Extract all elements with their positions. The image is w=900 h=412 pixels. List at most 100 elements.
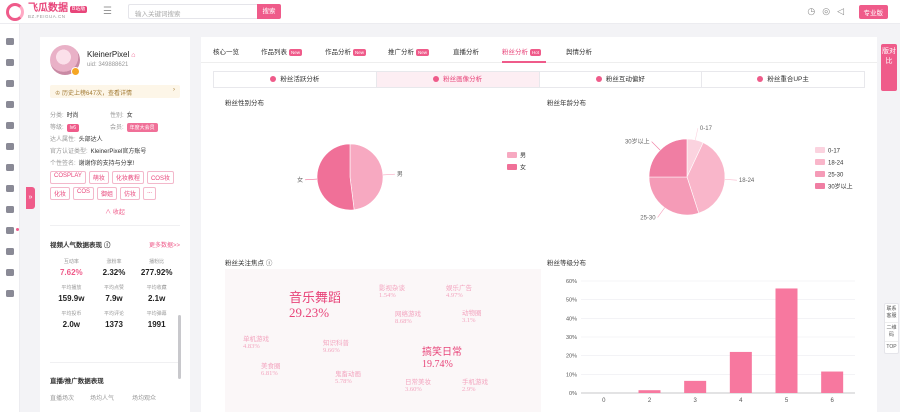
- member-badge: 年度大会员: [126, 123, 158, 132]
- tab-promo-analysis[interactable]: 推广分析 New: [388, 46, 430, 56]
- pie-label: 30岁以上: [625, 138, 650, 146]
- stat-item: 播粉比 277.92%: [135, 258, 178, 277]
- tab-fans-analysis[interactable]: 粉丝分析 Hot: [502, 46, 542, 56]
- history-banner[interactable]: ♔ 历史上榜647次，查看详情 ›: [50, 85, 180, 98]
- logo[interactable]: 飞瓜数据 B站版 BZ.FEIGUA.CN: [6, 3, 88, 21]
- star-icon[interactable]: [6, 227, 19, 234]
- cert-field: 官方认证类型: KleinerPixel官方账号: [50, 149, 147, 155]
- word-cloud-item[interactable]: 动物圈 3.1%: [462, 310, 482, 325]
- stat-item: 互动率 7.62%: [50, 258, 93, 277]
- legend-swatch: [507, 164, 517, 170]
- bar-level-6[interactable]: [821, 371, 844, 393]
- tab-live-analysis[interactable]: 直播分析: [453, 46, 479, 56]
- word-cloud-item[interactable]: 娱乐广告 4.97%: [446, 285, 472, 300]
- stat-item: 平均投币 2.0w: [50, 310, 93, 329]
- diamond-icon[interactable]: [6, 143, 14, 150]
- tag[interactable]: COS: [73, 187, 95, 200]
- bilibili-icon[interactable]: [6, 206, 14, 213]
- legend-label[interactable]: 女: [520, 164, 526, 172]
- word-cloud-item[interactable]: 影视杂谈 1.54%: [379, 285, 405, 300]
- bar-level-3[interactable]: [684, 380, 707, 393]
- word-cloud-item[interactable]: 美食圈 6.81%: [261, 363, 281, 378]
- home-icon[interactable]: ⌂: [131, 52, 135, 59]
- pie-slice-male[interactable]: [349, 143, 384, 211]
- vip-button[interactable]: 专业版: [858, 5, 888, 19]
- legend-label[interactable]: 18-24: [828, 161, 844, 167]
- search-button[interactable]: 搜索: [257, 4, 281, 19]
- customer-service-button[interactable]: 联系客服: [885, 304, 898, 323]
- tab-works-list[interactable]: 作品列表 New: [261, 46, 303, 56]
- recent-stats-title: 视频人气数据表现 ⓘ: [50, 242, 111, 249]
- legend-label[interactable]: 男: [520, 153, 526, 160]
- y-tick-label: 10%: [566, 372, 577, 378]
- stats-grid: 互动率 7.62% 涨粉率 2.32% 播粉比 277.92% 平均播放 159.9w 平均点赞…: [50, 258, 178, 329]
- collapse-button[interactable]: ∧ 收起: [40, 207, 190, 216]
- tag[interactable]: 仿妆: [120, 187, 141, 200]
- y-tick-label: 20%: [566, 354, 577, 360]
- notification-icon[interactable]: ◁: [837, 6, 844, 17]
- bar-level-4[interactable]: [729, 351, 752, 393]
- bar-level-5[interactable]: [775, 288, 798, 393]
- legend-label[interactable]: 25-30: [828, 173, 844, 179]
- up-icon[interactable]: [6, 59, 14, 66]
- word-cloud-item[interactable]: 鬼畜动画 5.78%: [335, 371, 361, 386]
- pie-slice-female[interactable]: [316, 143, 355, 211]
- bar-level-2[interactable]: [638, 390, 661, 393]
- headset-icon[interactable]: ◎: [822, 6, 830, 17]
- subtab-fans-interaction[interactable]: 粉丝互动偏好: [539, 72, 703, 87]
- fans-subtabs: 粉丝活跃分析 粉丝画像分析 粉丝互动偏好 粉丝重合UP主: [213, 71, 865, 88]
- user-icon[interactable]: [6, 248, 14, 255]
- tag[interactable]: ...: [143, 187, 157, 200]
- clock-icon[interactable]: ◷: [807, 6, 815, 17]
- compare-float-button[interactable]: 版对比: [881, 44, 897, 91]
- stat-label: 互动率: [63, 259, 79, 265]
- back-to-top-button[interactable]: TOP: [885, 342, 898, 353]
- right-toolbar: 联系客服 二维码 TOP: [884, 303, 899, 354]
- word-cloud-item[interactable]: 音乐舞蹈 29.23%: [289, 290, 341, 321]
- x-tick-label: 2: [648, 398, 652, 404]
- word-cloud-item[interactable]: 搞笑日常 19.74%: [422, 347, 462, 370]
- tag[interactable]: 萌妆: [88, 171, 109, 184]
- search-up-icon[interactable]: [6, 101, 14, 108]
- tab-overview[interactable]: 核心一览: [213, 46, 239, 56]
- tool-icon[interactable]: [6, 269, 14, 276]
- fire-icon[interactable]: [6, 80, 14, 87]
- tag[interactable]: 化妆教程: [111, 171, 144, 184]
- home-icon[interactable]: [6, 38, 14, 45]
- y-tick-label: 60%: [566, 279, 577, 285]
- subtab-fans-activity[interactable]: 粉丝活跃分析: [214, 72, 377, 87]
- chat-icon: [595, 76, 602, 82]
- expand-sidebar-icon[interactable]: »: [26, 187, 35, 209]
- word-cloud-item[interactable]: 知识科普 9.66%: [323, 340, 349, 355]
- tab-opinion-analysis[interactable]: 舆情分析: [566, 46, 592, 56]
- chevron-right-icon: ›: [173, 87, 175, 93]
- tag[interactable]: COS妆: [146, 171, 174, 184]
- focus-title: 粉丝关注焦点 ⓘ: [225, 260, 273, 267]
- video-icon[interactable]: [6, 122, 14, 129]
- word-cloud-item[interactable]: 网络游戏 8.68%: [395, 311, 421, 326]
- scrollbar[interactable]: [178, 315, 181, 379]
- subtab-fans-portrait[interactable]: 粉丝画像分析: [376, 72, 540, 87]
- chart-icon[interactable]: [6, 164, 14, 171]
- divider: [50, 225, 180, 226]
- word-cloud-item[interactable]: 手机游戏 2.9%: [462, 379, 488, 394]
- tag[interactable]: 御姐: [97, 187, 118, 200]
- word-cloud-item[interactable]: 单机游戏 4.83%: [243, 336, 269, 351]
- stat-label: 涨粉率: [106, 259, 122, 265]
- subtab-fans-overlap[interactable]: 粉丝重合UP主: [702, 72, 864, 87]
- menu-icon[interactable]: ☰: [103, 6, 112, 17]
- tag[interactable]: COSPLAY: [50, 171, 86, 184]
- stat-value: 7.62%: [59, 268, 83, 277]
- live-icon[interactable]: [6, 185, 14, 192]
- legend-label[interactable]: 30岁以上: [828, 183, 853, 191]
- more-data-link[interactable]: 更多数据>>: [149, 240, 180, 249]
- pie-label: 女: [297, 176, 303, 184]
- word-cloud-item[interactable]: 日常美妆 3.60%: [405, 379, 431, 394]
- help-icon[interactable]: [6, 290, 14, 297]
- legend-label[interactable]: 0-17: [828, 149, 841, 155]
- x-tick-label: 3: [693, 398, 697, 404]
- search-input[interactable]: 输入关键词搜索: [128, 4, 258, 19]
- tag[interactable]: 化妆: [50, 187, 71, 200]
- qrcode-button[interactable]: 二维码: [885, 323, 898, 342]
- tab-works-analysis[interactable]: 作品分析 New: [325, 46, 367, 56]
